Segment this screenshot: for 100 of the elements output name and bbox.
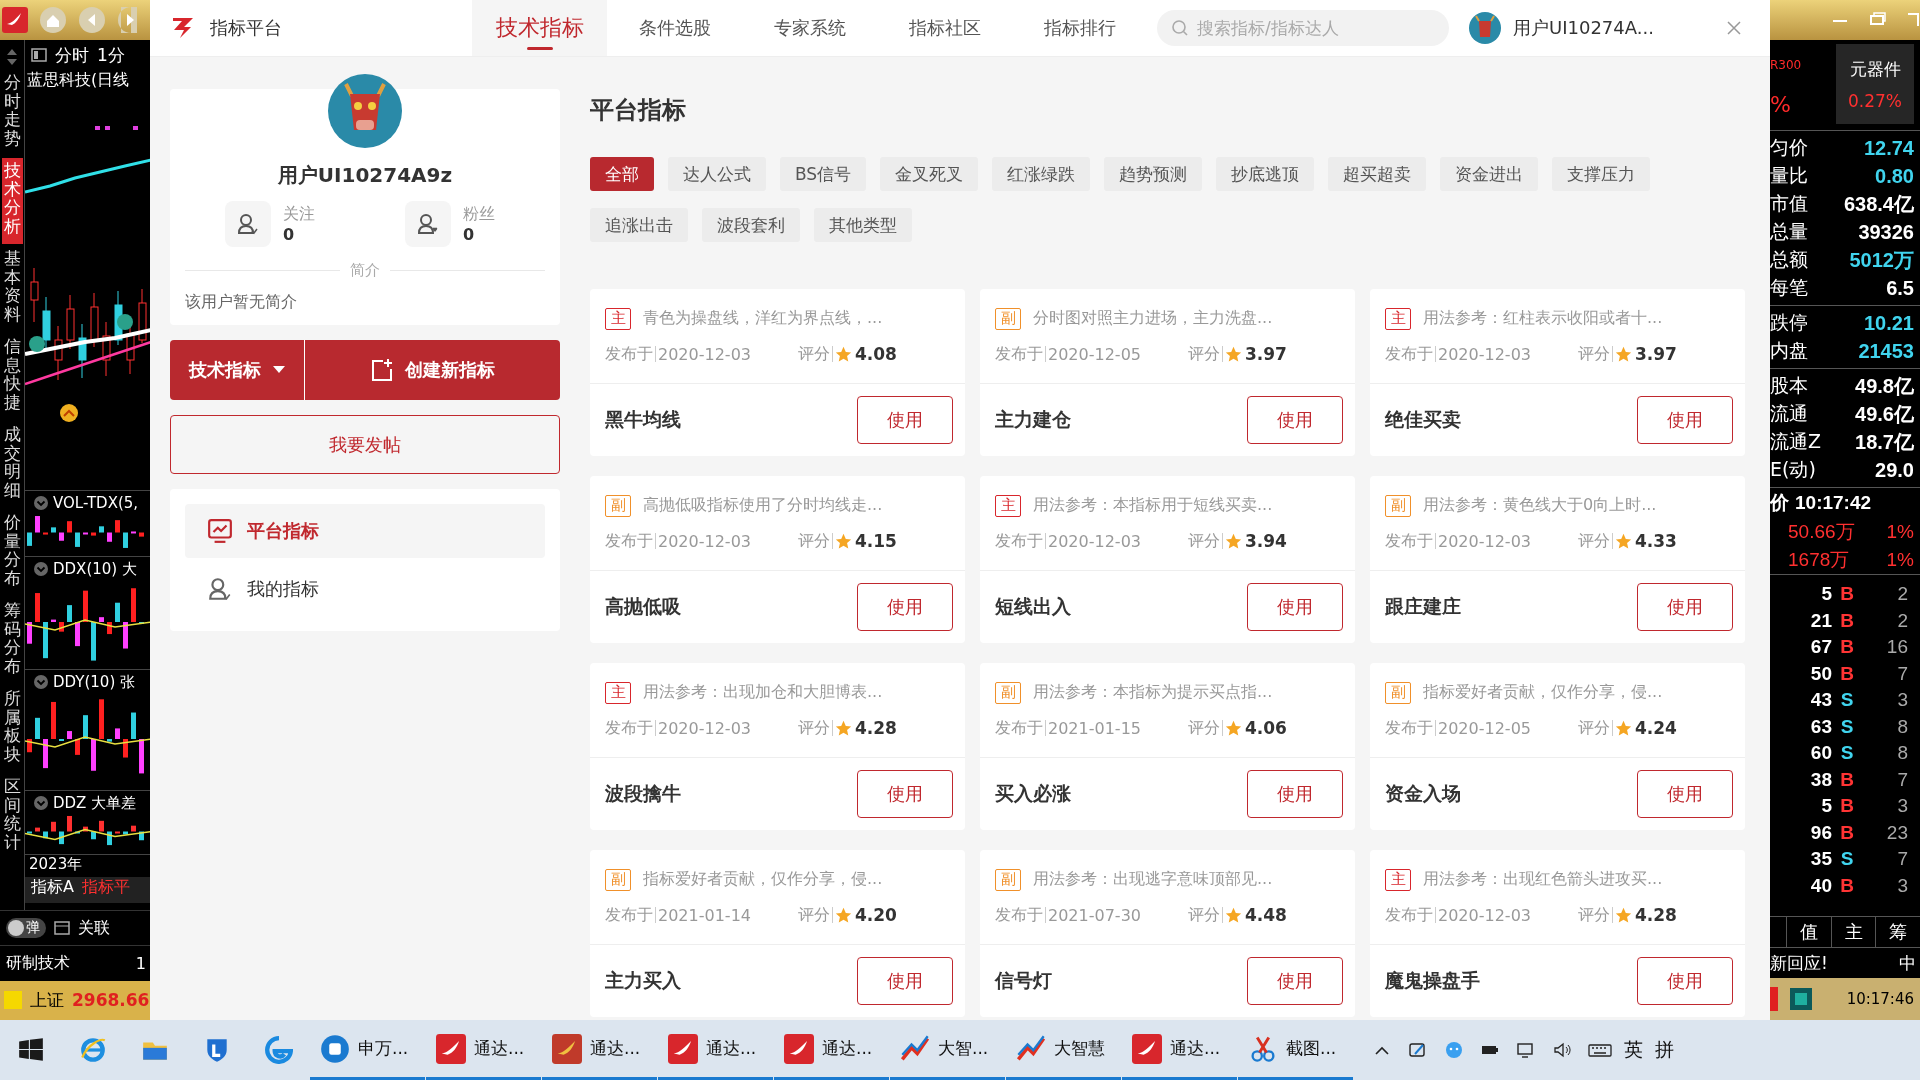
filter-chip[interactable]: 超买超卖 bbox=[1328, 157, 1427, 191]
stat-label: 每笔 bbox=[1770, 275, 1808, 300]
type-dropdown[interactable]: 技术指标 bbox=[170, 340, 305, 400]
filter-chip[interactable]: 抄底逃顶 bbox=[1216, 157, 1315, 191]
side-tab[interactable]: 区间统计 bbox=[1, 774, 23, 860]
indicator-bar bbox=[115, 520, 120, 533]
taskbar-window[interactable]: 通达... bbox=[1122, 1020, 1237, 1080]
period-tab[interactable]: 1分 bbox=[97, 43, 125, 67]
close-icon[interactable] bbox=[1726, 20, 1742, 36]
period-tab[interactable]: 分时 bbox=[55, 43, 89, 67]
use-button[interactable]: 使用 bbox=[1247, 583, 1343, 631]
formula-tab[interactable]: 指标A bbox=[31, 877, 74, 903]
use-button[interactable]: 使用 bbox=[1637, 957, 1733, 1005]
filter-chip[interactable]: 金叉死叉 bbox=[880, 157, 979, 191]
type-badge: 主 bbox=[1385, 307, 1411, 330]
nav-tab[interactable]: 指标社区 bbox=[877, 0, 1012, 56]
nav-tab[interactable]: 专家系统 bbox=[742, 0, 877, 56]
avatar-icon bbox=[328, 74, 402, 148]
taskbar-window[interactable]: 通达... bbox=[658, 1020, 773, 1080]
menu-item[interactable]: 平台指标 bbox=[185, 504, 545, 558]
window-icon[interactable] bbox=[54, 920, 70, 937]
side-tab[interactable]: 基本资料 bbox=[1, 246, 23, 332]
browser-icon[interactable] bbox=[265, 1036, 293, 1064]
filter-chip[interactable]: BS信号 bbox=[780, 157, 867, 191]
type-badge: 主 bbox=[1385, 868, 1411, 891]
indicator-bar bbox=[43, 831, 48, 839]
filter-chip[interactable]: 其他类型 bbox=[814, 208, 912, 242]
use-button[interactable]: 使用 bbox=[1247, 396, 1343, 444]
rating-score: 4.28 bbox=[1635, 905, 1677, 925]
avatar-icon[interactable] bbox=[1469, 12, 1501, 44]
filter-chip[interactable]: 全部 bbox=[590, 157, 654, 191]
filter-chip[interactable]: 支撑压力 bbox=[1552, 157, 1651, 191]
filter-chip[interactable]: 趋势预测 bbox=[1104, 157, 1203, 191]
panel-tab[interactable]: 筹 bbox=[1875, 917, 1920, 947]
side-tab[interactable]: 成交明细 bbox=[1, 422, 23, 508]
formula-tab[interactable]: 指标平 bbox=[81, 877, 130, 903]
following-icon bbox=[235, 212, 261, 236]
taskbar-window[interactable]: 大智... bbox=[890, 1020, 1005, 1080]
use-button[interactable]: 使用 bbox=[1637, 396, 1733, 444]
side-tab[interactable]: 信息快捷 bbox=[1, 334, 23, 420]
taskbar-window[interactable]: 通达... bbox=[542, 1020, 657, 1080]
collapse-icon[interactable] bbox=[33, 495, 49, 511]
collapse-icon[interactable] bbox=[33, 674, 49, 690]
side-tab[interactable]: 所属板块 bbox=[1, 686, 23, 772]
create-button[interactable]: 创建新指标 bbox=[305, 340, 560, 400]
account-name[interactable]: 用户UI10274A... bbox=[1513, 16, 1654, 40]
nav-tab[interactable]: 指标排行 bbox=[1012, 0, 1147, 56]
home-button[interactable] bbox=[39, 6, 67, 34]
rating-label: 评分 bbox=[798, 904, 830, 926]
use-button[interactable]: 使用 bbox=[857, 770, 953, 818]
use-button[interactable]: 使用 bbox=[1247, 957, 1343, 1005]
collapse-icon[interactable] bbox=[33, 561, 49, 577]
stat-label: 总量 bbox=[1770, 219, 1808, 244]
ime-indicator[interactable]: 拼 bbox=[1655, 1037, 1674, 1063]
forward-button[interactable] bbox=[117, 6, 137, 34]
collapse-icon[interactable] bbox=[33, 795, 49, 811]
star-icon bbox=[1615, 906, 1632, 924]
panel-tab[interactable]: 值 bbox=[1786, 917, 1831, 947]
filter-chip[interactable]: 达人公式 bbox=[668, 157, 766, 191]
notice-text[interactable]: 新回应! bbox=[1770, 951, 1828, 975]
nav-tab[interactable]: 技术指标 bbox=[472, 0, 607, 56]
filter-chip[interactable]: 波段套利 bbox=[702, 208, 800, 242]
indicator-label: DDZ 大单差 bbox=[53, 793, 137, 813]
search-field[interactable]: 搜索指标/指标达人 bbox=[1157, 10, 1449, 46]
taskbar-window[interactable]: 通达... bbox=[774, 1020, 889, 1080]
popup-toggle[interactable]: 弹 bbox=[6, 918, 46, 939]
side-tab[interactable]: 筹码分布 bbox=[1, 598, 23, 684]
use-button[interactable]: 使用 bbox=[857, 583, 953, 631]
taskbar-window[interactable]: 截图... bbox=[1238, 1020, 1353, 1080]
input-language[interactable]: 英 bbox=[1624, 1037, 1643, 1063]
filter-chip[interactable]: 追涨出击 bbox=[590, 208, 688, 242]
trade-side: S bbox=[1839, 848, 1855, 871]
side-tab[interactable]: 分时走势 bbox=[1, 70, 23, 156]
use-button[interactable]: 使用 bbox=[857, 396, 953, 444]
type-badge: 主 bbox=[605, 681, 631, 704]
stat-value: 18.7亿 bbox=[1855, 429, 1914, 455]
taskbar-window[interactable]: 大智慧 bbox=[1006, 1020, 1121, 1080]
filter-chip[interactable]: 资金进出 bbox=[1440, 157, 1539, 191]
taskbar-window[interactable]: 申万... bbox=[310, 1020, 425, 1080]
link-label[interactable]: 关联 bbox=[78, 917, 110, 939]
use-button[interactable]: 使用 bbox=[1637, 770, 1733, 818]
menu-item[interactable]: 我的指标 bbox=[185, 562, 545, 616]
panel-toggle-icon[interactable] bbox=[31, 47, 47, 63]
use-button[interactable]: 使用 bbox=[1637, 583, 1733, 631]
use-button[interactable]: 使用 bbox=[1247, 770, 1343, 818]
back-button[interactable] bbox=[78, 6, 106, 34]
post-button[interactable]: 我要发帖 bbox=[170, 415, 560, 474]
panel-tab[interactable]: 主 bbox=[1830, 917, 1876, 947]
app-logo-icon[interactable] bbox=[2, 7, 28, 33]
sector-name: 元器件 bbox=[1849, 57, 1901, 81]
nav-tab[interactable]: 条件选股 bbox=[607, 0, 742, 56]
index-code: R300 bbox=[1770, 57, 1803, 72]
candlestick bbox=[102, 321, 111, 377]
use-button[interactable]: 使用 bbox=[857, 957, 953, 1005]
side-tab[interactable]: 价量分布 bbox=[1, 510, 23, 596]
browser-icon[interactable] bbox=[79, 1036, 107, 1064]
start-button[interactable] bbox=[17, 1036, 45, 1064]
filter-chip[interactable]: 红涨绿跌 bbox=[992, 157, 1091, 191]
side-tab[interactable]: 技术分析 bbox=[1, 158, 23, 244]
taskbar-window[interactable]: 通达... bbox=[426, 1020, 541, 1080]
